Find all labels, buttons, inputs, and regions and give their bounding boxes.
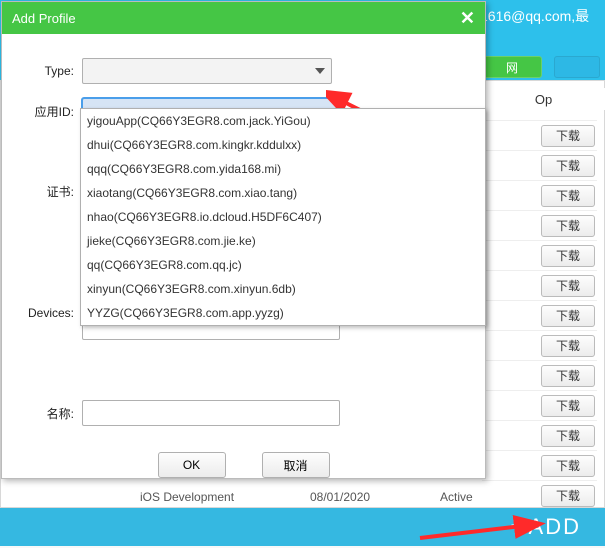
download-button[interactable]: 下载 [541, 155, 595, 177]
dropdown-item[interactable]: dhui(CQ66Y3EGR8.com.kingkr.kddulxx) [81, 133, 485, 157]
col-header-op: Op [482, 88, 605, 110]
email-text: 1616@qq.com,最 [480, 6, 589, 26]
download-button[interactable]: 下载 [541, 245, 595, 267]
table-row: 下载 [482, 210, 597, 240]
close-icon[interactable]: ✕ [460, 8, 475, 29]
table-row: 下载 [482, 360, 597, 390]
type-combo[interactable] [82, 58, 332, 84]
table-row: 下载 [482, 420, 597, 450]
table-row: 下载 [482, 180, 597, 210]
info-status: Active [440, 490, 540, 504]
dialog-title: Add Profile [12, 11, 76, 26]
table-row: 下载 [482, 270, 597, 300]
label-type: Type: [10, 64, 82, 78]
table-row: 下载 [482, 300, 597, 330]
table-row: 下载 [482, 120, 597, 150]
download-button[interactable]: 下载 [541, 305, 595, 327]
table-row: 下载 [482, 450, 597, 480]
dropdown-item[interactable]: qq(CQ66Y3EGR8.com.qq.jc) [81, 253, 485, 277]
label-cert: 证书: [10, 183, 82, 200]
ok-button[interactable]: OK [158, 452, 226, 478]
bg-green-button[interactable]: 网 [482, 56, 542, 78]
cancel-button[interactable]: 取消 [262, 452, 330, 478]
label-devices: Devices: [10, 292, 82, 320]
dropdown-item[interactable]: xiaotang(CQ66Y3EGR8.com.xiao.tang) [81, 181, 485, 205]
download-button[interactable]: 下载 [541, 455, 595, 477]
download-button[interactable]: 下载 [541, 185, 595, 207]
dropdown-item[interactable]: jieke(CQ66Y3EGR8.com.jie.ke) [81, 229, 485, 253]
chevron-down-icon [315, 68, 325, 74]
label-name: 名称: [10, 405, 82, 422]
dialog-titlebar[interactable]: Add Profile ✕ [2, 2, 485, 34]
download-button[interactable]: 下载 [541, 425, 595, 447]
download-button[interactable]: 下载 [541, 365, 595, 387]
download-button[interactable]: 下载 [541, 395, 595, 417]
info-row: iOS Development 08/01/2020 Active [140, 486, 595, 508]
appid-dropdown: yigouApp(CQ66Y3EGR8.com.jack.YiGou)dhui(… [80, 108, 486, 326]
dropdown-item[interactable]: xinyun(CQ66Y3EGR8.com.xinyun.6db) [81, 277, 485, 301]
info-type: iOS Development [140, 490, 310, 504]
info-date: 08/01/2020 [310, 490, 440, 504]
dropdown-item[interactable]: yigouApp(CQ66Y3EGR8.com.jack.YiGou) [81, 109, 485, 133]
download-button[interactable]: 下载 [541, 125, 595, 147]
add-bar[interactable]: + ADD [0, 508, 605, 546]
name-input[interactable] [82, 400, 340, 426]
label-appid: 应用ID: [10, 103, 82, 120]
dropdown-item[interactable]: YYZG(CQ66Y3EGR8.com.app.yyzg) [81, 301, 485, 325]
add-label: ADD [529, 514, 581, 540]
bg-blue-button[interactable] [554, 56, 600, 78]
add-profile-dialog: Add Profile ✕ Type: 应用ID: 证书: Devices: [1, 1, 486, 479]
download-button[interactable]: 下载 [541, 215, 595, 237]
download-button[interactable]: 下载 [541, 335, 595, 357]
plus-icon: + [511, 513, 527, 541]
table-row: 下载 [482, 390, 597, 420]
download-button[interactable]: 下载 [541, 275, 595, 297]
dropdown-item[interactable]: nhao(CQ66Y3EGR8.io.dcloud.H5DF6C407) [81, 205, 485, 229]
table-row: 下载 [482, 330, 597, 360]
table-row: 下载 [482, 240, 597, 270]
table-row: 下载 [482, 150, 597, 180]
dropdown-item[interactable]: qqq(CQ66Y3EGR8.com.yida168.mi) [81, 157, 485, 181]
